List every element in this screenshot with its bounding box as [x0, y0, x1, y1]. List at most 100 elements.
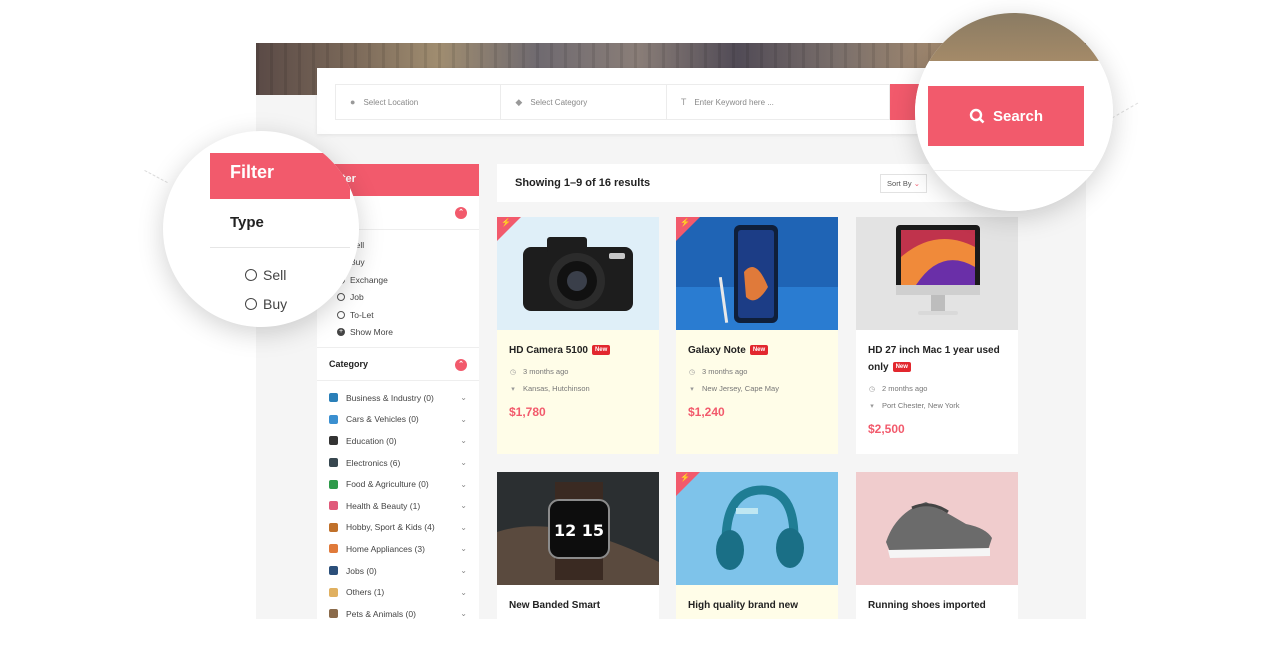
show-more-label: Show More [350, 327, 393, 338]
zoom-type-option-buy[interactable]: Buy [245, 296, 287, 312]
category-item[interactable]: Pets & Animals (0) ⌄ [329, 603, 467, 619]
card-price: $1,780 [509, 405, 546, 419]
category-title: Category [329, 359, 369, 369]
card-title[interactable]: HD 27 inch Mac 1 year used only New [868, 342, 1006, 376]
product-image: ⚡ [676, 217, 838, 330]
filter-zoom-bubble: Filter Type Sell Buy [163, 131, 359, 327]
category-icon [329, 566, 338, 576]
tag-icon: ◆ [515, 96, 523, 107]
zoom-type-option-sell[interactable]: Sell [245, 267, 286, 283]
category-item[interactable]: Cars & Vehicles (0) ⌄ [329, 409, 467, 431]
card-location: ▾ Port Chester, New York [868, 399, 1006, 412]
chevron-down-icon[interactable]: ⌄ [460, 393, 467, 402]
category-label: Home Appliances (3) [346, 543, 425, 554]
card-title[interactable]: New Banded Smart [509, 597, 647, 614]
watch-time: 12 15 [554, 521, 604, 540]
zoom-hero-strip [915, 13, 1113, 61]
chevron-down-icon[interactable]: ⌄ [460, 415, 467, 424]
category-item[interactable]: Business & Industry (0) ⌄ [329, 387, 467, 409]
radio-icon [245, 298, 257, 310]
chevron-down-icon[interactable]: ⌄ [460, 501, 467, 510]
zoom-filter-header: Filter [210, 153, 350, 199]
chevron-down-icon[interactable]: ⌄ [460, 566, 467, 575]
card-time: ◷ 3 months ago [688, 367, 748, 376]
category-label: Health & Beauty (1) [346, 500, 421, 511]
chevron-up-icon[interactable]: ⌃ [455, 359, 467, 371]
zoom-search-button[interactable]: Search [928, 86, 1084, 146]
category-item[interactable]: Others (1) ⌄ [329, 581, 467, 603]
new-badge: New [591, 345, 611, 356]
category-select[interactable]: ◆ Select Category [501, 85, 667, 119]
text-cursor-icon: T [680, 97, 687, 107]
chevron-down-icon[interactable]: ⌄ [460, 523, 467, 532]
category-item[interactable]: Electronics (6) ⌄ [329, 452, 467, 474]
type-option-buy[interactable]: Buy [337, 254, 479, 272]
product-image: 12 15 [497, 472, 659, 585]
bolt-icon: ⚡ [501, 218, 511, 227]
listing-card[interactable]: ⚡ High quality brand new [676, 472, 838, 619]
category-item[interactable]: Education (0) ⌄ [329, 430, 467, 452]
category-item[interactable]: Health & Beauty (1) ⌄ [329, 495, 467, 517]
category-item[interactable]: Home Appliances (3) ⌄ [329, 538, 467, 560]
chevron-up-icon[interactable]: ⌃ [455, 207, 467, 219]
category-icon [329, 436, 338, 446]
radio-icon [337, 293, 345, 302]
listing-card[interactable]: ⚡ Galaxy Note New ◷ 3 months ago ▾ New Jers… [676, 217, 838, 454]
type-option-to-let[interactable]: To-Let [337, 306, 479, 324]
card-time: ◷ 3 months ago [509, 367, 569, 376]
chevron-down-icon[interactable]: ⌄ [460, 544, 467, 553]
category-icon [329, 458, 338, 468]
search-button-label: Search [992, 107, 1044, 125]
location-select[interactable]: ● Select Location [336, 85, 502, 119]
clock-icon: ◷ [868, 385, 876, 393]
map-pin-icon: ▾ [511, 385, 515, 393]
product-image: ⚡ [676, 472, 838, 585]
category-label: Jobs (0) [346, 565, 377, 576]
listing-card[interactable]: Running shoes imported [856, 472, 1018, 619]
listing-card[interactable]: 12 15 New Banded Smart [497, 472, 659, 619]
card-title[interactable]: Galaxy Note New [688, 342, 826, 359]
listing-card[interactable]: HD 27 inch Mac 1 year used only New ◷ 2 mo… [856, 217, 1018, 454]
chevron-down-icon[interactable]: ⌄ [460, 436, 467, 445]
chevron-down-icon[interactable]: ⌄ [460, 458, 467, 467]
category-item[interactable]: Hobby, Sport & Kids (4) ⌄ [329, 517, 467, 539]
chevron-down-icon[interactable]: ⌄ [460, 609, 467, 618]
category-item[interactable]: Jobs (0) ⌄ [329, 560, 467, 582]
bolt-icon: ⚡ [680, 473, 690, 482]
chevron-down-icon[interactable]: ⌄ [460, 480, 467, 489]
plus-icon: + [337, 328, 345, 337]
category-label: Business & Industry (0) [346, 392, 434, 403]
radio-icon [245, 269, 257, 281]
search-panel: ● Select Location ◆ Select Category T En… [317, 68, 937, 134]
show-more-link[interactable]: + Show More [337, 324, 479, 342]
product-image: ⚡ [497, 217, 659, 330]
category-list: Business & Industry (0) ⌄ Cars & Vehicles … [317, 381, 479, 619]
camera-illustration [523, 237, 633, 311]
new-badge: New [892, 362, 911, 373]
category-label: Electronics (6) [346, 457, 401, 468]
type-option-exchange[interactable]: Exchange [337, 271, 479, 289]
connector-line [144, 169, 168, 184]
listing-card[interactable]: ⚡ HD Camera 5100 New ◷ 3 months ago ▾ Kansa… [497, 217, 659, 454]
category-item[interactable]: Food & Agriculture (0) ⌄ [329, 473, 467, 495]
chevron-down-icon[interactable]: ⌄ [460, 588, 467, 597]
type-option-job[interactable]: Job [337, 289, 479, 307]
category-label: Others (1) [346, 587, 385, 598]
results-summary: Showing 1–9 of 16 results [515, 177, 651, 189]
connector-line [1111, 102, 1139, 119]
zoom-type-title: Type [230, 214, 264, 231]
card-location: ▾ New Jersey, Cape May [688, 382, 826, 395]
card-title[interactable]: Running shoes imported [868, 597, 1006, 614]
category-section-header[interactable]: Category ⌃ [317, 347, 479, 381]
category-icon [329, 587, 338, 597]
category-icon [329, 609, 338, 619]
keyword-input[interactable]: T Enter Keyword here ... [667, 85, 889, 119]
card-price: $1,240 [688, 405, 725, 419]
card-title[interactable]: High quality brand new [688, 597, 826, 614]
product-image [856, 472, 1018, 585]
map-pin-icon: ▾ [690, 385, 694, 393]
radio-icon [337, 310, 345, 319]
card-title[interactable]: HD Camera 5100 New [509, 342, 647, 359]
type-option-label: To-Let [350, 309, 374, 320]
category-label: Cars & Vehicles (0) [346, 414, 419, 425]
